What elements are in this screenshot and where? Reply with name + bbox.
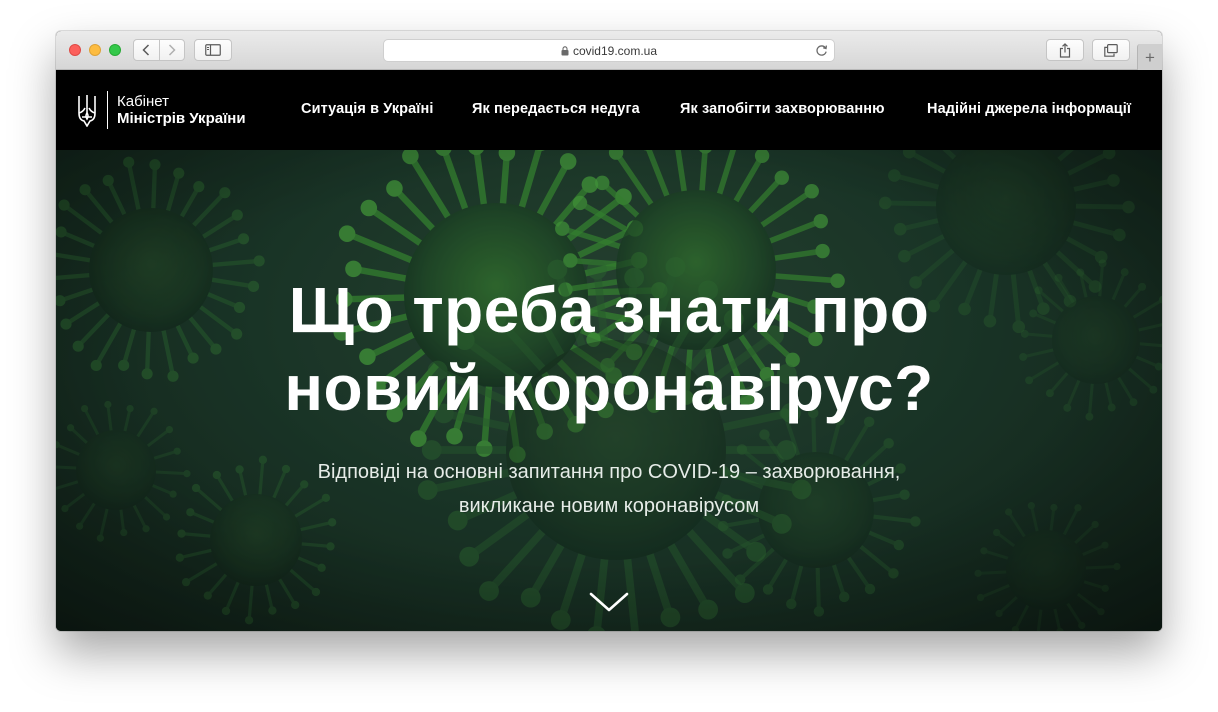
hero-subtitle: Відповіді на основні запитання про COVID… bbox=[56, 455, 1162, 523]
chevron-left-icon bbox=[142, 44, 150, 56]
site-header: Кабінет Міністрів України Ситуація в Укр… bbox=[56, 70, 1162, 150]
hero-title: Що треба знати про новий коронавірус? bbox=[56, 271, 1162, 427]
nav-how-to-prevent[interactable]: Як запобігти захворюванню bbox=[680, 101, 885, 117]
chevron-right-icon bbox=[168, 44, 176, 56]
logo-line-ministers: Міністрів України bbox=[117, 110, 246, 127]
history-nav-group bbox=[133, 39, 185, 61]
url-text: covid19.com.ua bbox=[572, 43, 658, 58]
lock-icon bbox=[561, 45, 569, 55]
hero-section: Що треба знати про новий коронавірус? Ві… bbox=[56, 150, 1162, 631]
minimize-window-button[interactable] bbox=[89, 44, 101, 56]
logo-line-cabinet: Кабінет bbox=[117, 93, 170, 110]
trident-icon bbox=[78, 95, 96, 127]
forward-button[interactable] bbox=[158, 40, 185, 60]
browser-toolbar: covid19.com.ua + bbox=[56, 31, 1162, 70]
nav-reliable-sources[interactable]: Надійні джерела інформації bbox=[927, 101, 1131, 117]
share-icon bbox=[1059, 42, 1071, 58]
zoom-window-button[interactable] bbox=[109, 44, 121, 56]
hero-subtitle-line1: Відповіді на основні запитання про COVID… bbox=[317, 461, 901, 483]
tab-overview-button[interactable] bbox=[1092, 39, 1130, 61]
browser-window: covid19.com.ua + Кабінет Міністрів Украї… bbox=[56, 31, 1162, 631]
back-button[interactable] bbox=[134, 40, 159, 60]
nav-situation-in-ukraine[interactable]: Ситуація в Україні bbox=[301, 101, 433, 117]
tabs-icon bbox=[1104, 43, 1118, 57]
cabinet-logo[interactable]: Кабінет Міністрів України bbox=[76, 91, 246, 129]
hero-title-line1: Що треба знати про bbox=[288, 274, 930, 346]
sidebar-toggle-button[interactable] bbox=[194, 39, 232, 61]
address-bar[interactable]: covid19.com.ua bbox=[383, 39, 835, 62]
hero-subtitle-line2: викликане новим коронавірусом bbox=[458, 495, 760, 517]
chevron-down-icon[interactable] bbox=[589, 591, 629, 613]
reload-icon[interactable] bbox=[815, 44, 828, 57]
close-window-button[interactable] bbox=[69, 44, 81, 56]
logo-text: Кабінет Міністрів України bbox=[117, 93, 246, 127]
logo-divider bbox=[107, 91, 108, 129]
share-button[interactable] bbox=[1046, 39, 1084, 61]
sidebar-icon bbox=[205, 44, 221, 56]
new-tab-button[interactable]: + bbox=[1137, 44, 1162, 70]
nav-how-transmitted[interactable]: Як передається недуга bbox=[472, 101, 640, 117]
hero-title-line2: новий коронавірус? bbox=[284, 352, 934, 424]
